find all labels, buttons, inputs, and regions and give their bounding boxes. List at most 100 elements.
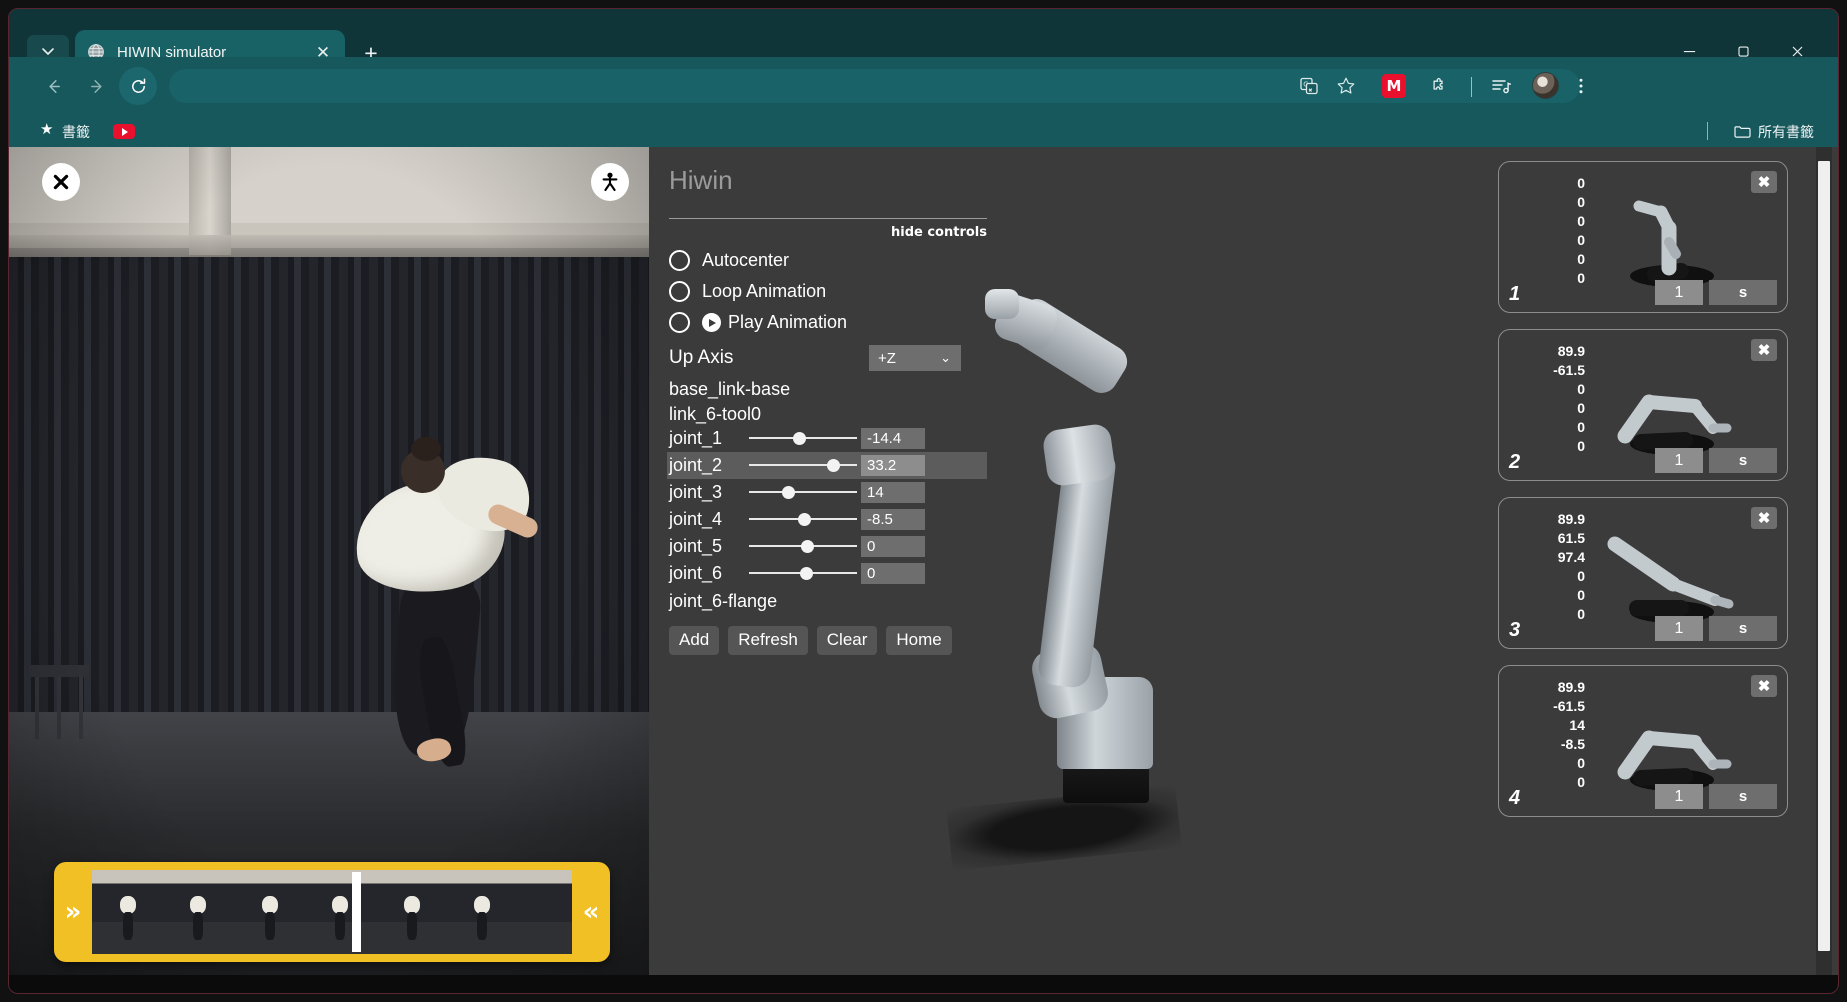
add-button[interactable]: Add xyxy=(669,626,720,655)
keyframe-joint-value: -61.5 xyxy=(1553,362,1585,378)
keyframe-delete-button[interactable]: ✖ xyxy=(1751,507,1777,529)
filmstrip-frame[interactable] xyxy=(236,870,308,954)
playlist-button[interactable] xyxy=(1484,69,1518,103)
vertical-scrollbar-thumb[interactable] xyxy=(1818,161,1830,951)
filmstrip-frame[interactable] xyxy=(452,870,524,954)
page-content: » « Hiwin hide controls Autocenter Loop … xyxy=(9,147,1838,993)
keyframe-unit-button[interactable]: s xyxy=(1709,616,1777,641)
video-filmstrip[interactable]: » « xyxy=(54,862,610,962)
joint-row-joint-6[interactable]: joint_6 0 xyxy=(667,560,987,587)
address-bar[interactable] xyxy=(169,69,1580,103)
keyframe-joint-value: -61.5 xyxy=(1553,698,1585,714)
browser-window: HIWIN simulator ✕ + M ★ 書籤 所有書籤 » « Hiwi… xyxy=(8,8,1839,994)
keyframe-joint-value: 0 xyxy=(1577,400,1585,416)
vertical-scrollbar[interactable] xyxy=(1816,147,1832,993)
joint-row-joint-5[interactable]: joint_5 0 xyxy=(667,533,987,560)
joint-slider-joint-3[interactable] xyxy=(749,479,857,506)
radio-icon[interactable] xyxy=(669,250,690,271)
joint-row-joint-4[interactable]: joint_4 -8.5 xyxy=(667,506,987,533)
bookmark-star-button[interactable] xyxy=(1329,69,1363,103)
keyframe-duration-field[interactable]: 1 xyxy=(1655,784,1703,809)
all-bookmarks-button[interactable]: 所有書籤 xyxy=(1734,122,1814,142)
slider-knob[interactable] xyxy=(826,459,840,472)
translate-button[interactable]: G xyxy=(1292,69,1326,103)
slider-knob[interactable] xyxy=(800,567,814,580)
toggle-loop-animation-label: Loop Animation xyxy=(702,281,827,301)
keyframe-delete-button[interactable]: ✖ xyxy=(1751,171,1777,193)
reload-button[interactable] xyxy=(119,67,157,105)
joint-row-joint-3[interactable]: joint_3 14 xyxy=(667,479,987,506)
slider-knob[interactable] xyxy=(798,513,812,526)
keyframe-unit-button[interactable]: s xyxy=(1709,784,1777,809)
toggle-autocenter[interactable]: Autocenter xyxy=(667,250,987,271)
clear-button[interactable]: Clear xyxy=(816,626,878,655)
keyframe-list: 0 0 0 0 0 0 1 ✖ 1 s 89.9 -61.5 0 0 0 0 2 ✖ 1 s 89.9 61.5 97.4 0… xyxy=(1498,161,1788,833)
keyframe-delete-button[interactable]: ✖ xyxy=(1751,675,1777,697)
three-dots-menu-icon xyxy=(1579,78,1583,94)
up-axis-select-wrapper[interactable]: +X-X+Y-Y+Z-Z ⌄ xyxy=(869,345,961,371)
tree-label-base-link: base_link-base xyxy=(669,379,791,399)
filmstrip-track[interactable] xyxy=(92,870,572,954)
joint-slider-joint-6[interactable] xyxy=(749,560,857,587)
joint-slider-joint-4[interactable] xyxy=(749,506,857,533)
joint-slider-joint-5[interactable] xyxy=(749,533,857,560)
toggle-play-animation[interactable]: Play Animation xyxy=(667,312,987,333)
extensions-button[interactable] xyxy=(1421,69,1455,103)
refresh-button[interactable]: Refresh xyxy=(728,626,808,655)
keyframe-card[interactable]: 89.9 -61.5 14 -8.5 0 0 4 ✖ 1 s xyxy=(1498,665,1788,817)
filmstrip-frame[interactable] xyxy=(380,870,452,954)
radio-icon[interactable] xyxy=(669,312,690,333)
reference-video-pane[interactable]: » « xyxy=(9,147,649,990)
hide-controls-link[interactable]: hide controls xyxy=(667,225,987,240)
browser-menu-button[interactable] xyxy=(1564,69,1598,103)
toggle-loop-animation[interactable]: Loop Animation xyxy=(667,281,987,302)
robot-arm-model[interactable] xyxy=(979,287,1239,847)
extension-m-button[interactable]: M xyxy=(1377,69,1411,103)
play-icon[interactable] xyxy=(702,313,721,332)
avatar[interactable] xyxy=(1532,72,1559,99)
keyframe-card[interactable]: 89.9 61.5 97.4 0 0 0 3 ✖ 1 s xyxy=(1498,497,1788,649)
filmstrip-prev-button[interactable]: » xyxy=(54,862,92,962)
keyframe-unit-button[interactable]: s xyxy=(1709,448,1777,473)
bookmark-folder-label[interactable]: 書籤 xyxy=(62,122,90,142)
slider-knob[interactable] xyxy=(782,486,796,499)
filmstrip-playhead[interactable] xyxy=(352,872,361,952)
joint-value-joint-3[interactable]: 14 xyxy=(861,482,925,503)
star-filled-icon: ★ xyxy=(40,121,54,138)
joint-row-joint-2[interactable]: joint_2 33.2 xyxy=(667,452,987,479)
all-bookmarks-label: 所有書籤 xyxy=(1758,125,1814,141)
forward-button[interactable] xyxy=(81,70,113,102)
slider-knob[interactable] xyxy=(792,432,806,445)
up-axis-select[interactable]: +X-X+Y-Y+Z-Z xyxy=(869,345,961,371)
joint-slider-joint-2[interactable] xyxy=(749,452,857,479)
video-close-button[interactable] xyxy=(42,163,80,201)
simulator-viewport[interactable]: Hiwin hide controls Autocenter Loop Anim… xyxy=(649,147,1838,993)
filmstrip-frame[interactable] xyxy=(164,870,236,954)
keyframe-duration-field[interactable]: 1 xyxy=(1655,280,1703,305)
keyframe-joint-value: 0 xyxy=(1577,587,1585,603)
keyframe-card[interactable]: 89.9 -61.5 0 0 0 0 2 ✖ 1 s xyxy=(1498,329,1788,481)
joint-slider-joint-1[interactable] xyxy=(749,425,857,452)
pose-detection-button[interactable] xyxy=(591,163,629,201)
home-button[interactable]: Home xyxy=(886,626,952,655)
filmstrip-frame[interactable] xyxy=(92,870,164,954)
filmstrip-next-button[interactable]: « xyxy=(572,862,610,962)
keyframe-duration-field[interactable]: 1 xyxy=(1655,616,1703,641)
joint-row-joint-1[interactable]: joint_1 -14.4 xyxy=(667,425,987,452)
filmstrip-frame[interactable] xyxy=(524,870,572,954)
joint-value-joint-5[interactable]: 0 xyxy=(861,536,925,557)
joint-value-joint-4[interactable]: -8.5 xyxy=(861,509,925,530)
joint-value-joint-2[interactable]: 33.2 xyxy=(861,455,925,476)
youtube-icon[interactable] xyxy=(113,124,135,139)
keyframe-delete-button[interactable]: ✖ xyxy=(1751,339,1777,361)
radio-icon[interactable] xyxy=(669,281,690,302)
keyframe-card[interactable]: 0 0 0 0 0 0 1 ✖ 1 s xyxy=(1498,161,1788,313)
keyframe-duration-field[interactable]: 1 xyxy=(1655,448,1703,473)
panel-divider xyxy=(669,218,987,219)
filmstrip-frame[interactable] xyxy=(308,870,380,954)
joint-value-joint-6[interactable]: 0 xyxy=(861,563,925,584)
keyframe-unit-button[interactable]: s xyxy=(1709,280,1777,305)
joint-value-joint-1[interactable]: -14.4 xyxy=(861,428,925,449)
back-button[interactable] xyxy=(37,70,69,102)
slider-knob[interactable] xyxy=(801,540,815,553)
